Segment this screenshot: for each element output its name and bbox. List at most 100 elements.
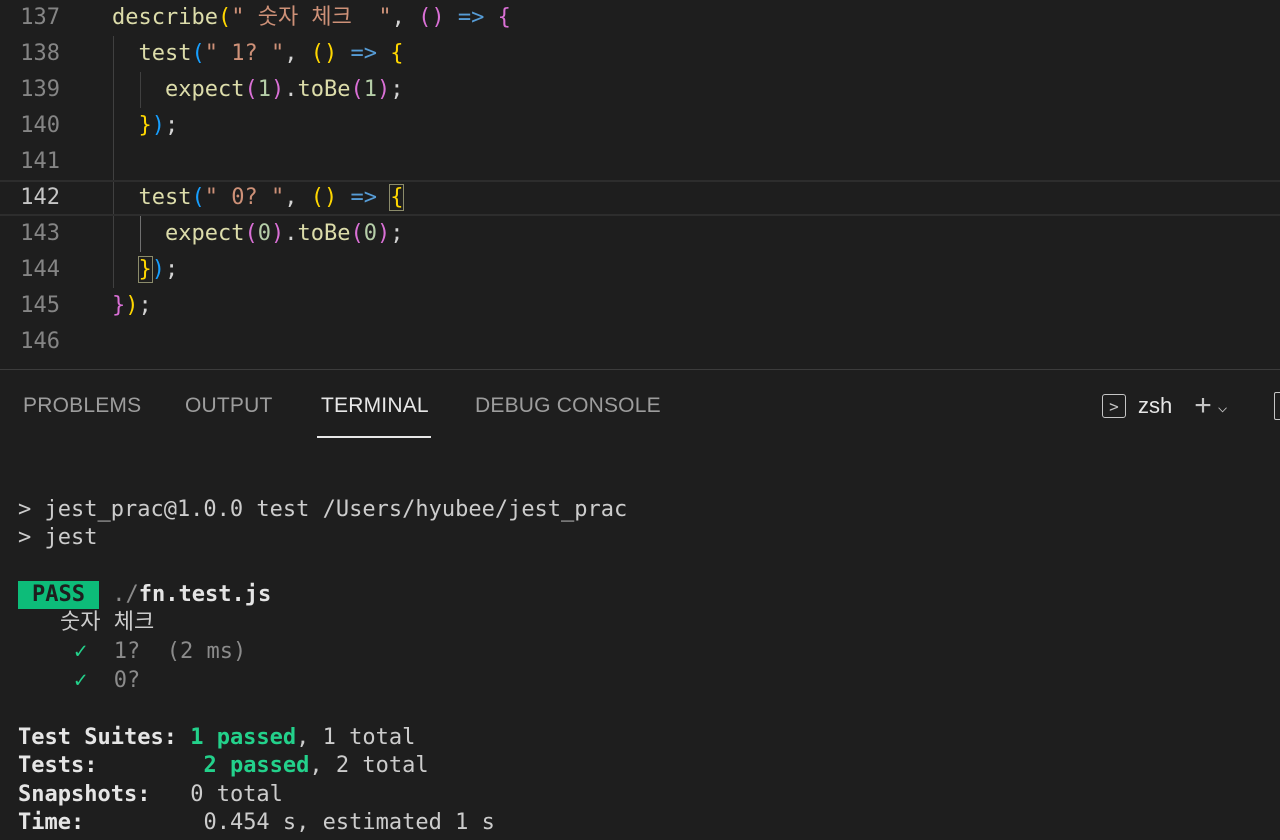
code-token: . [284,221,298,246]
code-token: { [390,41,404,66]
test-name: 1? [113,639,141,664]
code-token: 1 [257,77,271,102]
code-token: ) [270,77,285,102]
code-token: ; [165,113,179,138]
code-token: ; [165,257,179,282]
suite-name: 숫자 체크 [60,610,155,635]
pass-badge: PASS [18,581,99,609]
test-result-row: ✓ 0? [74,667,140,695]
code-line[interactable]: 142 test(" 0? ", () => { [0,180,1280,216]
code-token: ( [191,185,205,210]
chevron-down-icon[interactable]: ⌵ [1218,397,1228,416]
file-dir: ./ [112,582,139,607]
line-number: 142 [20,185,60,210]
line-number: 141 [20,149,60,174]
code-token: ( [191,41,205,66]
code-token: toBe [297,221,351,246]
code-token: => [457,5,485,30]
code-line[interactable]: 145}); [0,288,1280,324]
code-line[interactable]: 137 describe(" 숫자 체크 ", () => { [0,0,1280,36]
tab-debug-console[interactable]: DEBUG CONSOLE [475,394,661,418]
code-token: 0 [363,221,377,246]
code-token: ) [151,257,165,282]
code-token: ) [151,113,165,138]
code-text: }); [112,108,179,144]
test-file-result: PASS ./fn.test.js [18,581,271,609]
code-token: ( [350,221,364,246]
code-token: () [310,41,338,66]
summary-label: Time: [18,810,85,835]
code-line[interactable]: 140 }); [0,108,1280,144]
code-token: ( [217,5,232,30]
tab-problems[interactable]: PROBLEMS [23,394,141,418]
code-token: ) [125,293,139,318]
code-line[interactable]: 138 test(" 1? ", () => { [0,36,1280,72]
summary-tests: Tests: 2 passed, 2 total [18,752,429,780]
line-number: 139 [20,77,60,102]
code-token: { [497,5,511,30]
code-token: ) [376,221,391,246]
summary-value: 0.454 s, estimated 1 s [203,810,495,835]
code-token: ) [376,77,391,102]
code-token: ( [244,77,258,102]
line-number: 146 [20,329,60,354]
panel-tab-bar: PROBLEMS OUTPUT TERMINAL DEBUG CONSOLE [0,370,1280,442]
code-text: test(" 1? ", () => { [112,36,403,72]
terminal-line-cmd2: > jest [18,525,98,550]
line-number: 143 [20,221,60,246]
code-token: describe [112,5,218,30]
summary-time: Time: 0.454 s, estimated 1 s [18,809,495,837]
code-token: , [284,185,311,210]
terminal-icon[interactable]: > [1102,394,1126,418]
tab-output[interactable]: OUTPUT [185,394,273,418]
active-tab-indicator [317,436,431,438]
line-number: 145 [20,293,60,318]
code-line[interactable]: 143 expect(0).toBe(0); [0,216,1280,252]
code-token: test [112,41,192,66]
code-token: " 숫자 체크 " [231,5,392,30]
code-token: ( [350,77,364,102]
code-token: } [137,256,153,283]
shell-name[interactable]: zsh [1138,393,1172,419]
code-text: }); [112,252,178,288]
code-text: expect(1).toBe(1); [112,72,403,108]
code-token: ; [390,77,404,102]
check-icon: ✓ [74,639,88,664]
code-line[interactable]: 141 [0,144,1280,180]
code-token: " 0? " [204,185,285,210]
summary-label: Snapshots: [18,782,151,807]
code-line[interactable]: 139 expect(1).toBe(1); [0,72,1280,108]
summary-total: , 2 total [309,753,429,778]
code-token: ; [138,293,152,318]
tab-terminal[interactable]: TERMINAL [321,394,429,418]
split-terminal-icon[interactable] [1274,392,1280,420]
line-number: 137 [20,5,60,30]
code-token: ( [244,221,258,246]
new-terminal-icon[interactable]: + [1194,391,1212,421]
test-result-row: ✓ 1? (2 ms) [74,638,246,666]
summary-suites: Test Suites: 1 passed, 1 total [18,724,415,752]
line-number: 144 [20,257,60,282]
code-text: describe(" 숫자 체크 ", () => { [112,0,511,36]
code-token: toBe [297,77,351,102]
code-text: }); [112,288,152,324]
line-number: 140 [20,113,60,138]
code-text: test(" 0? ", () => { [112,182,405,214]
code-line[interactable]: 144 }); [0,252,1280,288]
code-token: test [112,185,192,210]
code-token: . [284,77,298,102]
check-icon: ✓ [74,668,88,693]
code-token: () [418,5,445,30]
code-line[interactable]: 146 [0,324,1280,360]
code-text: expect(0).toBe(0); [112,216,403,252]
code-token: { [389,184,405,211]
code-editor[interactable]: 137 describe(" 숫자 체크 ", () => {138 test("… [0,0,1280,370]
code-token: " 1? " [204,41,285,66]
summary-label: Tests: [18,753,98,778]
